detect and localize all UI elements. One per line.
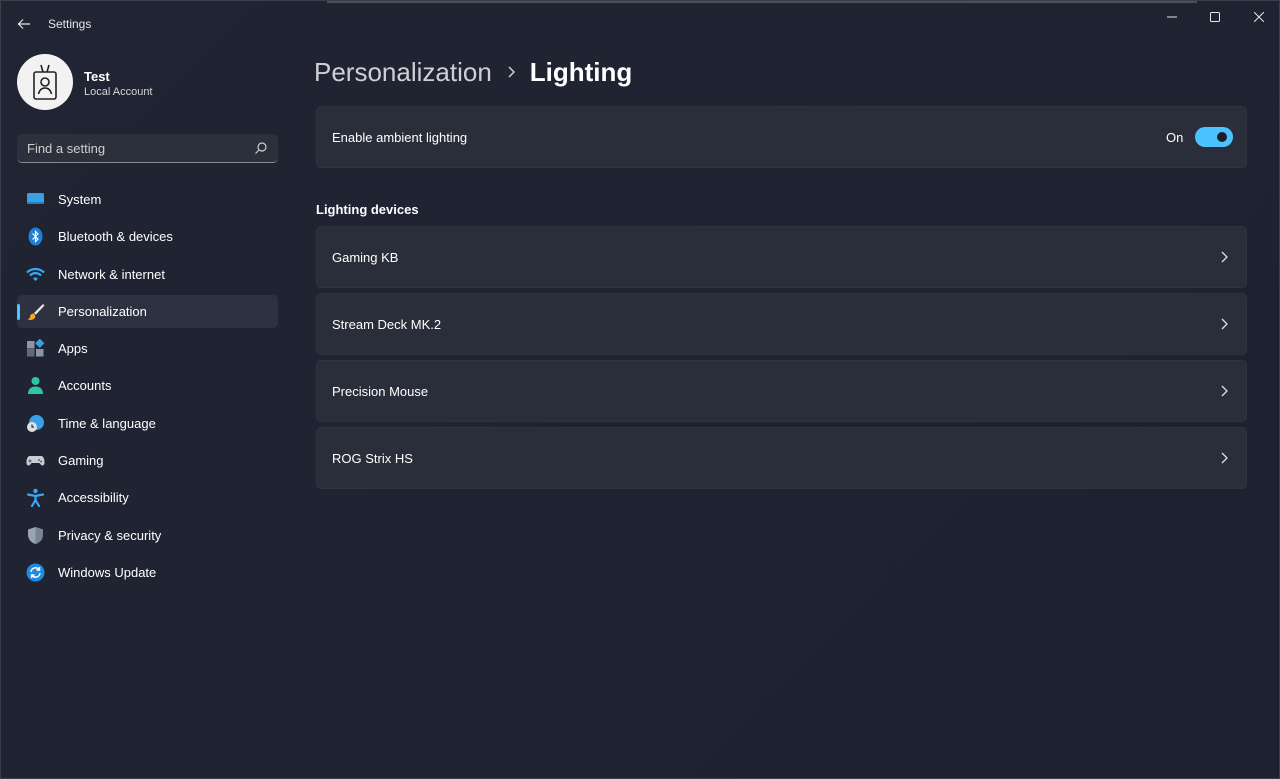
sidebar-item-apps[interactable]: Apps <box>17 332 278 365</box>
sidebar-nav: System Bluetooth & devices Network & int… <box>17 183 278 593</box>
sidebar-item-label: Windows Update <box>58 564 157 580</box>
sidebar-item-label: Network & internet <box>58 266 165 282</box>
ambient-lighting-card: Enable ambient lighting On <box>316 106 1247 168</box>
device-card-stream-deck[interactable]: Stream Deck MK.2 <box>316 293 1247 355</box>
account-type: Local Account <box>84 86 153 98</box>
toggle-knob <box>1217 132 1227 142</box>
search-input[interactable] <box>17 134 247 162</box>
sidebar-item-windows-update[interactable]: Windows Update <box>17 556 278 589</box>
ambient-lighting-toggle[interactable] <box>1195 127 1233 147</box>
sidebar-item-bluetooth[interactable]: Bluetooth & devices <box>17 220 278 253</box>
search-box[interactable] <box>17 134 278 163</box>
sidebar-item-time-language[interactable]: Time & language <box>17 407 278 440</box>
toggle-state-text: On <box>1166 130 1184 145</box>
device-card-rog-strix-hs[interactable]: ROG Strix HS <box>316 427 1247 489</box>
device-label: Stream Deck MK.2 <box>332 317 442 332</box>
chevron-right-icon <box>1221 452 1228 464</box>
device-label: Gaming KB <box>332 250 399 265</box>
back-button[interactable] <box>9 9 39 39</box>
sidebar-item-privacy-security[interactable]: Privacy & security <box>17 519 278 552</box>
sidebar-item-label: Bluetooth & devices <box>58 229 173 245</box>
ambient-lighting-label: Enable ambient lighting <box>332 130 468 145</box>
search-icon[interactable] <box>254 141 268 155</box>
wifi-icon <box>26 265 45 284</box>
paintbrush-icon <box>26 302 45 321</box>
title-bar: Settings <box>1 1 1280 47</box>
breadcrumb-parent[interactable]: Personalization <box>314 57 492 88</box>
sidebar-item-label: Personalization <box>58 303 147 319</box>
chevron-right-icon <box>1221 385 1228 397</box>
maximize-icon <box>1210 12 1220 22</box>
user-name: Test <box>84 69 110 84</box>
sidebar-item-label: System <box>58 192 102 207</box>
section-title: Lighting devices <box>316 202 419 217</box>
shield-icon <box>26 526 45 545</box>
sidebar-item-network[interactable]: Network & internet <box>17 258 278 291</box>
breadcrumb: Personalization Lighting <box>314 55 632 89</box>
back-arrow-icon <box>17 19 30 29</box>
chevron-right-icon <box>492 55 530 89</box>
sidebar-item-label: Gaming <box>58 453 104 469</box>
device-label: Precision Mouse <box>332 384 429 399</box>
minimize-icon <box>1167 16 1177 18</box>
device-card-precision-mouse[interactable]: Precision Mouse <box>316 360 1247 422</box>
sidebar-item-accounts[interactable]: Accounts <box>17 369 278 402</box>
sidebar-item-gaming[interactable]: Gaming <box>17 444 278 477</box>
minimize-button[interactable] <box>1150 1 1194 33</box>
close-button[interactable] <box>1237 1 1280 33</box>
sidebar-item-personalization[interactable]: Personalization <box>17 294 278 328</box>
sidebar-item-system[interactable]: System <box>17 183 278 216</box>
close-icon <box>1254 12 1264 22</box>
sidebar-item-label: Privacy & security <box>58 527 162 543</box>
device-card-gaming-kb[interactable]: Gaming KB <box>316 226 1247 288</box>
sidebar-item-accessibility[interactable]: Accessibility <box>17 481 278 514</box>
sidebar-item-label: Accessibility <box>58 490 129 506</box>
gamepad-icon <box>26 451 45 470</box>
bluetooth-icon <box>26 227 45 246</box>
settings-window: Settings Test Local Account Find a setti… <box>0 0 1280 779</box>
refresh-icon <box>26 563 45 582</box>
sidebar-item-label: Time & language <box>58 415 156 431</box>
monitor-icon <box>26 190 45 209</box>
maximize-button[interactable] <box>1193 1 1237 33</box>
page-title: Lighting <box>529 56 633 87</box>
sidebar-item-label: Apps <box>58 341 88 357</box>
badge-icon <box>33 64 57 100</box>
chevron-right-icon <box>1221 251 1228 263</box>
app-title: Settings <box>48 17 92 31</box>
accessibility-icon <box>26 488 45 508</box>
avatar <box>17 54 73 110</box>
device-label: ROG Strix HS <box>332 451 413 466</box>
globe-clock-icon <box>26 414 45 433</box>
person-icon <box>26 376 45 395</box>
chevron-right-icon <box>1221 318 1228 330</box>
apps-icon <box>26 339 45 358</box>
sidebar-item-label: Accounts <box>58 378 112 394</box>
